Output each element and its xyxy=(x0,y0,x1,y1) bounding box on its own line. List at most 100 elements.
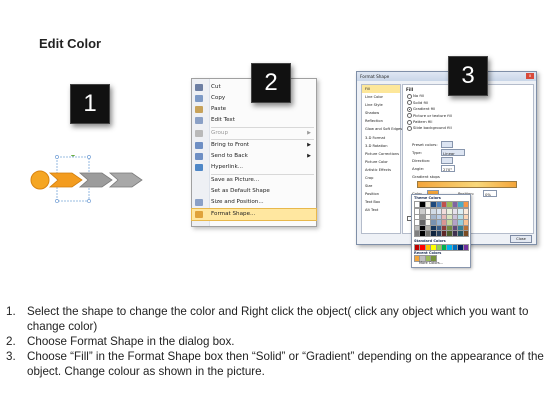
edit-text-icon xyxy=(195,117,203,124)
arrow-shapes[interactable] xyxy=(24,155,158,205)
fill-option-label: No fill xyxy=(413,93,424,99)
menu-item-hyperlink[interactable]: Hyperlink... xyxy=(192,162,316,173)
category-item[interactable]: Artistic Effects xyxy=(362,166,400,174)
size-position-icon xyxy=(195,198,203,206)
color-palette-dropdown: Theme Colors Standard Colors Recent Colo… xyxy=(411,194,471,268)
fill-option-radio[interactable] xyxy=(407,119,412,125)
resize-handle[interactable] xyxy=(55,199,59,203)
more-colors-link[interactable]: More Colors... xyxy=(419,261,443,265)
resize-handle[interactable] xyxy=(55,155,59,159)
menu-item-edit-text[interactable]: Edit Text xyxy=(192,115,316,126)
bring-front-icon xyxy=(195,142,203,149)
category-item[interactable]: Text Box xyxy=(362,198,400,206)
format-shape-icon xyxy=(195,211,203,218)
menu-item-send-to-back[interactable]: Send to Back ▶ xyxy=(192,151,316,162)
submenu-arrow-icon: ▶ xyxy=(307,142,311,148)
category-item[interactable]: 3-D Format xyxy=(362,134,400,142)
type-dropdown[interactable]: Linear xyxy=(441,149,465,156)
step-badge-3: 3 xyxy=(448,56,488,96)
category-item[interactable]: Position xyxy=(362,190,400,198)
menu-item-format-shape[interactable]: Format Shape... xyxy=(191,208,317,221)
menu-item-label: Format Shape... xyxy=(211,211,256,217)
menu-item-label: Bring to Front xyxy=(211,142,250,148)
category-item[interactable]: Line Color xyxy=(362,93,400,101)
gray-arrow-shape[interactable] xyxy=(108,172,143,188)
category-item[interactable]: Glow and Soft Edges xyxy=(362,125,402,133)
direction-dropdown[interactable] xyxy=(441,157,453,164)
orange-circle-shape[interactable] xyxy=(30,170,50,190)
position-input[interactable]: 0% xyxy=(483,190,497,197)
fill-option-label: Picture or texture fill xyxy=(413,112,452,118)
gradient-stops-bar[interactable] xyxy=(417,181,517,188)
direction-label: Direction: xyxy=(412,158,431,163)
paste-icon xyxy=(195,106,203,113)
color-swatch[interactable] xyxy=(462,244,470,251)
send-back-icon xyxy=(195,153,203,160)
category-item[interactable]: Crop xyxy=(362,174,400,182)
close-button[interactable]: Close xyxy=(510,235,532,243)
menu-item-label: Group xyxy=(211,129,229,136)
category-item[interactable]: Fill xyxy=(362,85,400,94)
menu-item-paste[interactable]: Paste xyxy=(192,104,316,115)
fill-option-radio[interactable] xyxy=(407,126,412,131)
fill-option-radio[interactable] xyxy=(407,106,412,112)
instruction-item: 1. Select the shape to change the color a… xyxy=(6,304,554,334)
color-swatch[interactable] xyxy=(462,201,470,208)
type-label: Type: xyxy=(412,150,422,155)
menu-item-label: Copy xyxy=(211,95,226,101)
dialog-title-bar: Format Shape xyxy=(357,72,536,81)
menu-item-bring-to-front[interactable]: Bring to Front ▶ xyxy=(192,140,316,151)
menu-item-size-and-position[interactable]: Size and Position... xyxy=(192,197,316,208)
color-swatch[interactable] xyxy=(462,230,470,237)
category-item[interactable]: Line Style xyxy=(362,101,400,109)
menu-item-label: Size and Position... xyxy=(211,198,264,205)
category-item[interactable]: Shadow xyxy=(362,109,400,117)
category-item[interactable]: Picture Corrections xyxy=(362,150,400,158)
menu-item-group[interactable]: Group ▶ xyxy=(192,128,316,139)
instruction-text: Choose Format Shape in the dialog box. xyxy=(27,335,235,348)
submenu-arrow-icon: ▶ xyxy=(307,153,311,159)
slide-title: Edit Color xyxy=(39,36,102,51)
instruction-item: 2. Choose Format Shape in the dialog box. xyxy=(6,334,554,349)
instruction-item: 3. Choose “Fill” in the Format Shape box … xyxy=(6,349,554,379)
category-item[interactable]: Picture Color xyxy=(362,158,400,166)
copy-icon xyxy=(195,95,203,102)
menu-item-label: Save as Picture... xyxy=(211,176,260,183)
category-item[interactable]: 3-D Rotation xyxy=(362,142,400,150)
instruction-number: 3. xyxy=(6,350,16,363)
preset-colors-dropdown[interactable] xyxy=(441,141,453,148)
fill-option-label: Gradient fill xyxy=(413,106,436,112)
instruction-text: Choose “Fill” in the Format Shape box th… xyxy=(27,350,544,378)
angle-input[interactable]: 270° xyxy=(441,165,455,172)
menu-item-label: Paste xyxy=(211,106,227,112)
close-icon[interactable]: x xyxy=(526,73,534,79)
scissors-icon xyxy=(195,84,203,91)
hyperlink-icon xyxy=(195,164,203,171)
fill-option-radio[interactable] xyxy=(407,94,412,99)
type-value: Linear xyxy=(443,150,455,156)
gray-arrow-shape[interactable] xyxy=(78,172,113,188)
category-item[interactable]: Size xyxy=(362,182,400,190)
fill-option-label: Solid fill xyxy=(413,99,428,105)
resize-handle[interactable] xyxy=(87,155,91,159)
fill-option-radio[interactable] xyxy=(407,100,412,106)
theme-colors-label: Theme Colors xyxy=(414,196,441,200)
resize-handle[interactable] xyxy=(87,199,91,203)
gradient-stops-label: Gradient stops xyxy=(412,174,440,179)
panel-heading: Fill xyxy=(406,87,414,92)
angle-label: Angle: xyxy=(412,166,425,171)
instruction-text: Select the shape to change the color and… xyxy=(27,305,529,333)
standard-colors-label: Standard Colors xyxy=(414,239,446,243)
rotate-handle[interactable] xyxy=(71,155,75,157)
orange-arrow-shape[interactable] xyxy=(48,172,83,188)
step-badge-1: 1 xyxy=(70,84,110,124)
menu-item-set-as-default-shape[interactable]: Set as Default Shape xyxy=(192,186,316,197)
menu-item-save-as-picture[interactable]: Save as Picture... xyxy=(192,175,316,186)
fill-option-radio[interactable] xyxy=(407,113,412,119)
category-list: Fill Line Color Line Style Shadow Reflection… xyxy=(361,84,402,234)
instruction-list: 1. Select the shape to change the color a… xyxy=(6,304,554,379)
menu-item-label: Cut xyxy=(211,84,221,90)
category-item[interactable]: Reflection xyxy=(362,117,400,125)
category-item[interactable]: Alt Text xyxy=(362,206,400,214)
menu-item-label: Set as Default Shape xyxy=(211,187,270,194)
